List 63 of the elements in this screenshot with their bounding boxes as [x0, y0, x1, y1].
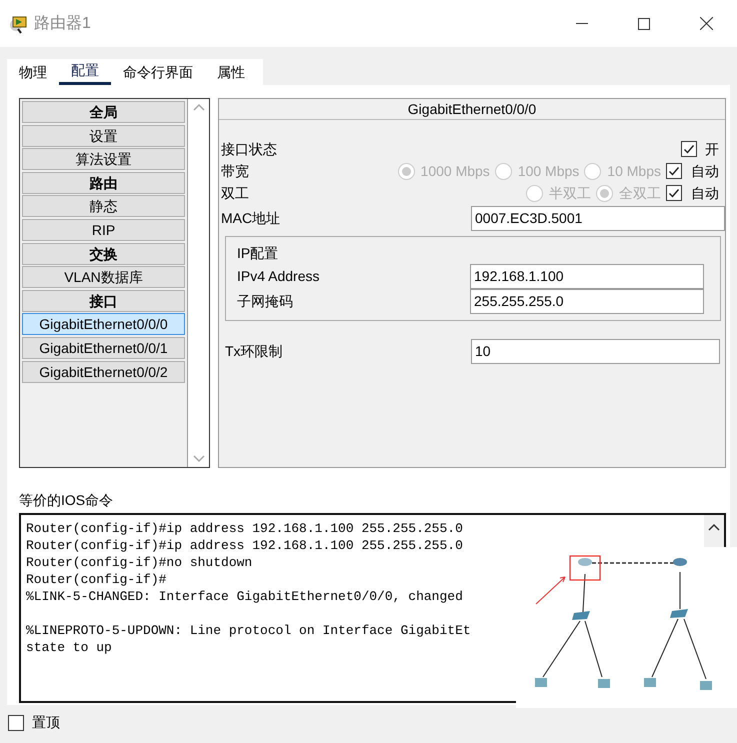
- radio-label: 10 Mbps: [607, 162, 661, 181]
- console-line: %LINK-5-CHANGED: Interface GigabitEthernet0/0/0, changed: [26, 588, 464, 605]
- console-line: Router(config-if)#ip address 192.168.1.100 255.255.255.0: [26, 520, 464, 537]
- field-label: IPv4 Address: [237, 267, 320, 286]
- tab[interactable]: 物理: [7, 59, 59, 85]
- input-field[interactable]: 10: [471, 339, 720, 364]
- radio-label: 100 Mbps: [518, 162, 580, 181]
- sidebar-item[interactable]: 静态: [22, 195, 185, 218]
- maximize-icon: [638, 18, 650, 30]
- sidebar-item[interactable]: RIP: [22, 218, 185, 241]
- group-title: IP配置: [237, 244, 280, 263]
- section-header[interactable]: 接口: [22, 290, 185, 312]
- sidebar-item[interactable]: GigabitEthernet0/0/1: [22, 336, 185, 359]
- check-icon: [668, 187, 680, 199]
- field-label: 双工: [221, 184, 249, 202]
- input-field[interactable]: 255.255.255.0: [470, 289, 704, 314]
- sidebar-item[interactable]: VLAN数据库: [22, 266, 185, 288]
- minimize-icon: [576, 22, 588, 24]
- checkbox[interactable]: [681, 141, 697, 157]
- scroll-down-icon[interactable]: [192, 455, 204, 463]
- checkbox[interactable]: [666, 185, 682, 201]
- section-header[interactable]: 路由: [22, 172, 185, 194]
- console-label: 等价的IOS命令: [19, 491, 114, 510]
- close-icon: [700, 17, 712, 30]
- field-label: 接口状态: [221, 140, 277, 158]
- radio-button[interactable]: [494, 162, 512, 180]
- sidebar-item[interactable]: 设置: [22, 124, 185, 147]
- field-label: MAC地址: [221, 209, 282, 228]
- tab[interactable]: 命令行界面: [111, 59, 205, 85]
- console-line: state to up: [26, 639, 113, 656]
- check-icon: [683, 143, 695, 155]
- sidebar-item[interactable]: GigabitEthernet0/0/2: [22, 360, 185, 383]
- radio-button[interactable]: [526, 184, 543, 202]
- checkbox[interactable]: [8, 714, 24, 730]
- panel-title: GigabitEthernet0/0/0: [219, 99, 725, 120]
- radio-label: 半双工: [549, 184, 591, 202]
- checkbox-label: 自动: [691, 184, 719, 202]
- radio-button[interactable]: [398, 162, 415, 180]
- radio-label: 全双工: [619, 184, 661, 202]
- field-label: 子网掩码: [237, 292, 294, 311]
- console-line: Router(config-if)#: [26, 571, 168, 588]
- radio-label: 1000 Mbps: [420, 162, 490, 181]
- tab[interactable]: 属性: [205, 59, 257, 85]
- window-title: 路由器1: [34, 14, 91, 34]
- scroll-up-icon[interactable]: [708, 523, 720, 531]
- radio-button[interactable]: [584, 162, 602, 180]
- section-header[interactable]: 交换: [22, 242, 185, 265]
- checkbox-label: 开: [705, 140, 719, 158]
- console-line: Router(config-if)#ip address 192.168.1.100 255.255.255.0: [26, 537, 464, 554]
- checkbox-label: 置顶: [32, 713, 60, 732]
- field-label: Tx环限制: [225, 342, 284, 361]
- input-field[interactable]: 192.168.1.100: [470, 264, 704, 289]
- sidebar-item[interactable]: 算法设置: [22, 148, 185, 170]
- checkbox[interactable]: [666, 163, 682, 179]
- console-line: Router(config-if)#no shutdown: [26, 554, 254, 571]
- field-label: 带宽: [221, 162, 249, 180]
- mac-field[interactable]: 0007.EC3D.5001: [471, 206, 725, 231]
- check-icon: [668, 165, 680, 177]
- console-line: %LINEPROTO-5-UPDOWN: Line protocol on Interface GigabitEt: [26, 622, 472, 639]
- section-header[interactable]: 全局: [22, 101, 185, 123]
- sidebar-item[interactable]: GigabitEthernet0/0/0: [22, 313, 185, 336]
- radio-button[interactable]: [596, 184, 613, 202]
- checkbox-label: 自动: [691, 162, 719, 180]
